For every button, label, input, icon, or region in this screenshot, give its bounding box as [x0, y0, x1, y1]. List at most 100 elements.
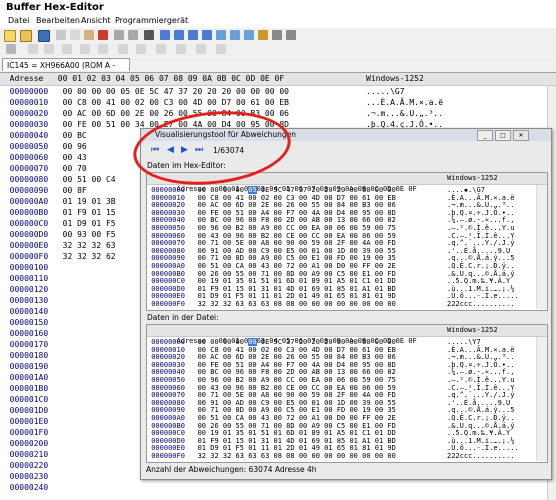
view-3-icon[interactable] — [188, 30, 198, 40]
diff-byte[interactable]: 63 — [261, 300, 269, 308]
tool-3-icon[interactable] — [286, 30, 296, 40]
hex-row[interactable]: 000000B0 01 F9 01 15 — [0, 208, 116, 218]
hex-row[interactable]: 00000110 — [0, 274, 63, 284]
diff-byte[interactable]: 08 — [274, 452, 282, 460]
panel-file[interactable]: Adresse 00 01 02 03 04 05 06 07 08 09 0A… — [146, 324, 548, 463]
diff-byte[interactable]: 00 — [387, 452, 395, 460]
prev-diff-icon[interactable]: ◀ — [167, 146, 175, 155]
hex-row[interactable]: 00000150 — [0, 318, 63, 328]
new-file-icon[interactable] — [4, 30, 16, 42]
panel-bottom-scrollbar[interactable] — [536, 337, 547, 461]
diff-byte[interactable]: 00 — [349, 452, 357, 460]
tool-1-icon[interactable] — [258, 30, 268, 40]
diff-byte[interactable]: 63 — [261, 452, 269, 460]
menu-bearbeiten[interactable]: Bearbeiten — [36, 16, 80, 25]
hex-row[interactable]: 00000240 — [0, 483, 63, 493]
panel-top-scrollbar[interactable] — [536, 185, 547, 309]
hex-row[interactable]: 00000140 — [0, 307, 63, 317]
hex-row[interactable]: 00000050 00 96 — [0, 142, 87, 152]
diff-byte[interactable]: 32 — [210, 300, 218, 308]
menu-datei[interactable]: Datei — [8, 16, 29, 25]
diff-byte[interactable]: 63 — [248, 452, 256, 460]
tool-13-icon[interactable] — [196, 44, 206, 54]
row-ascii[interactable]: .....\G7 — [366, 87, 405, 97]
diff-row-ascii[interactable]: 222ccc.......... — [447, 300, 514, 309]
diff-byte[interactable]: 63 — [236, 452, 244, 460]
hex-row[interactable]: 00000170 — [0, 340, 63, 350]
row-ascii[interactable]: .¬.m...&.U.„.³.. — [366, 109, 443, 119]
row-hex[interactable]: 00 AC 00 6D 00 2E 00 26 00 55 00 84 00 B… — [63, 109, 289, 118]
hex-row[interactable]: 00000220 — [0, 461, 63, 471]
first-diff-icon[interactable]: ⏮ — [151, 146, 159, 155]
tool-12-icon[interactable] — [176, 44, 186, 54]
hex-row[interactable]: 000001F0 — [0, 428, 63, 438]
hex-row[interactable]: 00000090 00 8F — [0, 186, 87, 196]
diff-byte[interactable]: 00 — [311, 452, 319, 460]
delete-icon[interactable] — [98, 30, 108, 40]
hex-row[interactable]: 000001E0 — [0, 417, 63, 427]
row-hex[interactable]: 00 BC — [63, 131, 87, 140]
close-button[interactable]: ✕ — [513, 130, 529, 141]
hex-row[interactable]: 00000130 — [0, 296, 63, 306]
view-6-icon[interactable] — [230, 30, 240, 40]
tool-5-icon[interactable] — [44, 44, 54, 54]
diff-byte[interactable]: 00 — [362, 452, 370, 460]
row-hex[interactable]: 00 00 00 00 05 0E 5C 47 37 20 20 20 00 0… — [63, 87, 289, 96]
menu-ansicht[interactable]: Ansicht — [81, 16, 111, 25]
row-hex[interactable]: 00 C8 00 41 00 02 00 C3 00 4D 00 D7 00 6… — [63, 98, 289, 107]
open-folder-icon[interactable] — [20, 30, 32, 42]
hex-row[interactable]: 00000070 00 70 — [0, 164, 87, 174]
hex-row[interactable]: 00000080 00 51 00 C4 — [0, 175, 116, 185]
minimize-button[interactable]: _ — [477, 130, 493, 141]
row-hex[interactable]: 00 93 00 F5 — [63, 230, 116, 239]
hex-row[interactable]: 00000010 00 C8 00 41 00 02 00 C3 00 4D 0… — [0, 98, 443, 108]
row-hex[interactable]: 00 70 — [63, 164, 87, 173]
diff-byte[interactable]: 32 — [210, 452, 218, 460]
diff-byte[interactable]: 00 — [299, 452, 307, 460]
hex-row[interactable]: 00000190 — [0, 362, 63, 372]
view-4-icon[interactable] — [202, 30, 212, 40]
redo-icon[interactable] — [128, 30, 138, 40]
hex-row[interactable]: 000001C0 — [0, 395, 63, 405]
diff-byte[interactable]: 00 — [311, 300, 319, 308]
hex-row[interactable]: 00000160 — [0, 329, 63, 339]
eraser-icon[interactable] — [6, 44, 16, 54]
tool-9-icon[interactable] — [118, 44, 128, 54]
diff-row[interactable]: 000000F0 32 32 32 63 63 63 08 08 00 00 0… — [147, 452, 514, 461]
row-hex[interactable]: 01 19 01 3B — [63, 197, 116, 206]
hex-row[interactable]: 00000100 — [0, 263, 63, 273]
view-5-icon[interactable] — [216, 30, 226, 40]
hex-row[interactable]: 000001B0 — [0, 384, 63, 394]
hex-row[interactable]: 00000000 00 00 00 00 05 0E 5C 47 37 20 2… — [0, 87, 405, 97]
row-hex[interactable]: 32 32 32 63 — [63, 241, 116, 250]
hex-row[interactable]: 000000A0 01 19 01 3B — [0, 197, 116, 207]
hex-row[interactable]: 00000180 — [0, 351, 63, 361]
diff-byte[interactable]: 32 — [223, 452, 231, 460]
hex-row[interactable]: 00000040 00 BC — [0, 131, 87, 141]
cut-icon[interactable] — [56, 30, 66, 40]
diff-byte[interactable]: 00 — [375, 300, 383, 308]
diff-byte[interactable]: 00 — [324, 300, 332, 308]
diff-byte[interactable]: 32 — [198, 452, 206, 460]
tool-11-icon[interactable] — [156, 44, 166, 54]
tool-6-icon[interactable] — [62, 44, 72, 54]
row-hex[interactable]: 00 51 00 C4 — [63, 175, 116, 184]
row-ascii[interactable]: ...È.A.Ã.M.×.a.ë — [366, 98, 443, 108]
tool-8-icon[interactable] — [98, 44, 108, 54]
diff-byte[interactable]: 00 — [324, 452, 332, 460]
hex-row[interactable]: 000000C0 01 D9 01 F5 — [0, 219, 116, 229]
hex-row[interactable]: 000000D0 00 93 00 F5 — [0, 230, 116, 240]
tool-2-icon[interactable] — [272, 30, 282, 40]
row-hex[interactable]: 00 96 — [63, 142, 87, 151]
hex-row[interactable]: 00000200 — [0, 439, 63, 449]
view-7-icon[interactable] — [244, 30, 254, 40]
diff-byte[interactable]: 00 — [362, 300, 370, 308]
diff-byte[interactable]: 63 — [248, 300, 256, 308]
hex-row[interactable]: 00000210 — [0, 450, 63, 460]
next-diff-icon[interactable]: ▶ — [181, 146, 189, 155]
diff-byte[interactable]: 00 — [387, 300, 395, 308]
row-hex[interactable]: 00 8F — [63, 186, 87, 195]
hex-row[interactable]: 00000230 — [0, 472, 63, 482]
diff-byte[interactable]: 00 — [299, 300, 307, 308]
row-hex[interactable]: 32 32 32 62 — [63, 252, 116, 261]
